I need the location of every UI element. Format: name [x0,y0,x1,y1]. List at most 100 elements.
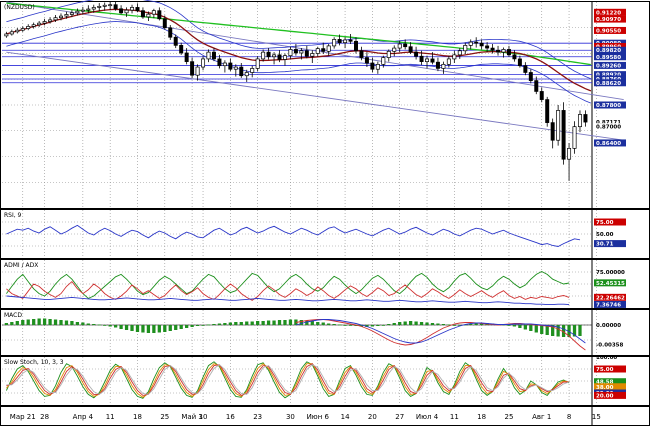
macd-histogram-bar [256,321,260,325]
macd-axis-label: 0.00000 [596,323,621,329]
macd-histogram-bar [436,323,440,325]
candle-body [201,58,206,68]
macd-histogram-bar [146,325,151,333]
candle-body [381,57,386,65]
adx-title: ADMI / ADX [4,262,38,269]
rsi-axis-label: 75.00 [596,220,614,226]
candle-body [59,15,63,19]
trading-chart: Мар 21 28 Апр 4 11 18 25 Май 3 10 16 23 30 Июн 6 14 2… [0,0,650,427]
date-axis-label: 11 [106,413,115,421]
macd-histogram-bar [419,322,424,325]
macd-histogram-bar [578,325,582,336]
macd-histogram-bar [4,323,9,325]
macd-histogram-bar [272,320,276,325]
candle-body [75,10,80,14]
macd-histogram-bar [152,325,156,333]
candle-body [140,10,145,18]
macd-histogram-bar [540,325,544,334]
adx-axis-label: 7.36746 [596,302,621,308]
date-axis-label: 8 [567,413,571,421]
price-label: 0.89580 [596,55,621,61]
candle-body [414,51,419,57]
candle-body [326,45,331,52]
macd-histogram-bar [97,324,101,326]
macd-histogram-bar [70,321,74,325]
candle-body [26,26,31,29]
candle-body [64,14,69,17]
stoch-axis-label: 75.00 [596,367,614,373]
candle-body [222,62,227,67]
candle-body [561,110,566,160]
macd-histogram-bar [387,324,391,325]
macd-axis-label: -0.00358 [596,343,624,349]
date-axis-label: 18 [477,413,486,421]
date-axis-label: 25 [160,413,169,421]
macd-histogram-bar [86,323,90,325]
candle-body [146,13,151,18]
macd-histogram-bar [408,321,413,325]
date-axis-label: 14 [341,413,350,421]
candle-body [315,48,320,54]
candle-body [102,4,107,7]
macd-histogram-bar [206,324,211,326]
candle-body [282,55,287,60]
candle-body [135,7,140,12]
macd-histogram-bar [174,325,178,330]
macd-histogram-bar [130,325,134,331]
candle-body [244,72,249,77]
macd-histogram-bar [332,324,336,325]
macd-histogram-bar [381,325,385,326]
candle-body [233,66,238,70]
date-axis-label: 23 [253,413,262,421]
macd-histogram-bar [42,318,47,325]
macd-histogram-bar [212,324,216,325]
candle-body [370,62,375,70]
macd-histogram-bar [157,325,161,333]
candle-body [20,28,25,31]
macd-histogram-bar [534,325,538,333]
candle-body [239,66,244,77]
candle-body [4,33,9,37]
macd-histogram-bar [92,324,96,325]
macd-histogram-bar [321,322,325,325]
candle-body [567,148,572,160]
candle-body [397,43,402,49]
macd-histogram-bar [529,325,533,331]
macd-histogram-bar [75,322,80,325]
candle-body [534,80,539,92]
macd-histogram-bar [228,322,232,325]
date-axis-label: 25 [505,413,514,421]
date-axis-label: Июн 6 [307,413,330,421]
candle-body [86,8,91,11]
candle-body [337,39,342,44]
macd-histogram-bar [245,321,249,325]
candle-body [556,110,561,141]
candle-body [113,4,118,10]
candle-body [130,7,135,11]
rsi-title: RSI, 9 [4,212,22,219]
macd-histogram-bar [474,323,478,325]
macd-histogram-bar [113,325,118,328]
candle-body [124,9,129,14]
candle-body [430,58,435,63]
macd-histogram-bar [185,325,189,328]
candle-body [441,63,446,69]
macd-histogram-bar [370,325,375,327]
candle-body [288,49,293,57]
adx-axis-label: 75.00000 [596,270,625,276]
macd-histogram-bar [124,325,129,330]
candle-body [69,12,74,15]
macd-histogram-bar [348,325,353,326]
candle-body [479,42,484,47]
candle-body [48,19,53,22]
adx-axis-label: 22.26462 [596,295,625,301]
macd-histogram-bar [288,319,293,325]
symbol-title: (NZDUSD) [4,4,35,11]
candle-body [446,58,451,65]
macd-histogram-bar [108,325,112,327]
candle-body [173,36,178,46]
macd-histogram-bar [414,321,418,325]
candle-body [255,58,260,69]
stoch-axis-label: 20.00 [596,393,614,399]
macd-histogram-bar [425,322,429,325]
